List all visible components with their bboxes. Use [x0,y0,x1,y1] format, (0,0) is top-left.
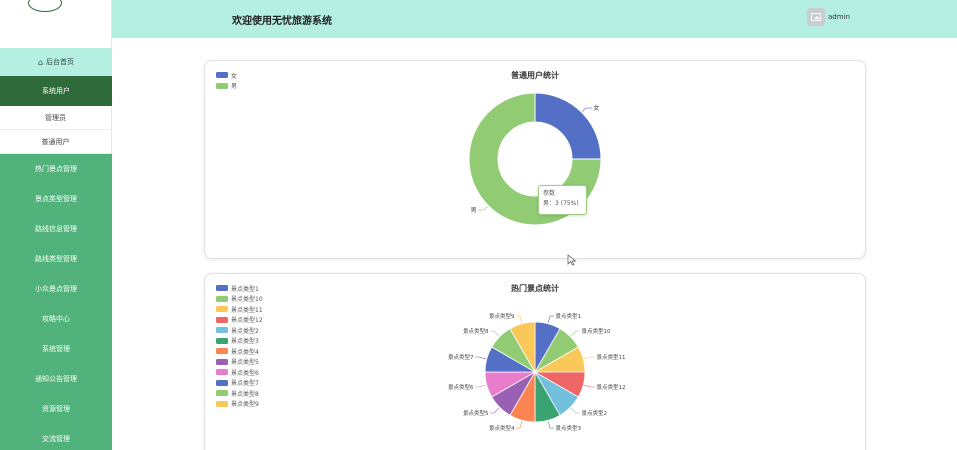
slice-label: 景点类型1 [556,312,582,320]
label-leader-line [489,407,500,414]
slice-label: 景点类型8 [463,327,489,335]
label-leader-line [489,330,500,337]
slice-label: 景点类型6 [448,383,474,391]
label-leader-line [474,356,486,360]
label-leader-line [584,356,596,360]
slice-label: 景点类型9 [489,312,515,320]
label-leader-line [515,421,523,429]
slice-label: 景点类型10 [582,327,611,335]
chart-tooltip: 参数 男：3 (75%) [538,185,587,215]
label-leader-line [547,315,555,323]
slice-label: 景点类型12 [597,383,626,391]
label-leader-line [584,384,596,388]
slice-label: 景点类型2 [582,409,608,417]
label-leader-line [570,330,581,337]
slice-label: 景点类型3 [556,424,582,432]
slice-label: 景点类型5 [463,409,489,417]
label-leader-line [474,384,486,388]
slice-label: 景点类型11 [597,353,626,361]
tooltip-value: 男：3 (75%) [543,200,579,207]
label-leader-line [515,315,523,323]
tooltip-series: 参数 [543,190,556,197]
mouse-cursor-icon [567,254,577,266]
spot-stats-chart: 景点类型1景点类型10景点类型11景点类型12景点类型2景点类型3景点类型4景点… [448,312,626,432]
label-leader-line [570,407,581,414]
slice-label: 景点类型7 [448,353,474,361]
slice-label: 景点类型4 [489,424,515,432]
label-leader-line [547,421,555,429]
